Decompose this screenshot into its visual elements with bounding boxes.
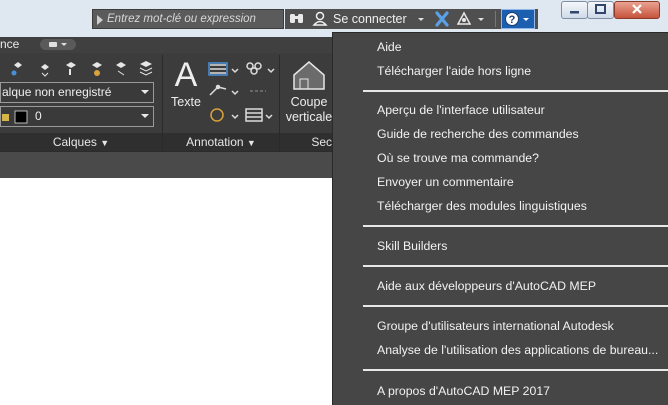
building-section-icon (293, 61, 325, 90)
menu-separator (363, 90, 668, 92)
infocenter-toolbar: Se connecter ? (285, 9, 538, 29)
menu-item-desktop-analytics[interactable]: Analyse de l'utilisation des application… (377, 342, 658, 358)
panel-section-label: Sec (311, 135, 332, 149)
section-button-label-line2: verticale (285, 110, 333, 124)
close-button[interactable] (614, 1, 660, 19)
panel-section-title[interactable]: Sec (280, 133, 332, 151)
panel-calques-label: Calques (52, 135, 97, 149)
help-menu: Aide Télécharger l'aide hors ligne Aperç… (332, 32, 668, 405)
user-icon[interactable] (312, 9, 328, 29)
menu-item-aide[interactable]: Aide (377, 39, 402, 55)
menu-item-command-search-guide[interactable]: Guide de recherche des commandes (377, 126, 579, 142)
layer-tools-icons[interactable] (8, 59, 158, 81)
menu-separator (363, 305, 668, 307)
panel-annotation-title[interactable]: Annotation ▼ (163, 133, 279, 151)
menu-item-about[interactable]: A propos d'AutoCAD MEP 2017 (377, 383, 550, 399)
menu-item-download-language-packs[interactable]: Télécharger des modules linguistiques (377, 198, 587, 214)
text-button-label: Texte (171, 95, 201, 109)
svg-text:?: ? (509, 14, 516, 26)
panel-annotation-label: Annotation (186, 135, 244, 149)
chevron-down-icon: ▼ (100, 138, 110, 148)
svg-text:A: A (175, 57, 198, 91)
menu-item-ui-overview[interactable]: Aperçu de l'interface utilisateur (377, 102, 545, 118)
chevron-down-icon (141, 90, 149, 94)
search-box[interactable] (92, 9, 284, 29)
search-expand-icon[interactable] (97, 15, 103, 25)
lock-icon (2, 110, 28, 124)
chevron-down-icon (141, 114, 149, 118)
sign-in-dropdown-arrow-icon[interactable] (416, 9, 426, 29)
menu-item-user-group[interactable]: Groupe d'utilisateurs international Auto… (377, 318, 614, 334)
menu-separator (363, 265, 668, 267)
layer-state-dropdown[interactable]: alque non enregistré (0, 82, 154, 103)
maximize-button[interactable] (587, 1, 614, 19)
section-button-label-line1: Coupe (290, 95, 328, 109)
text-icon: A (175, 56, 198, 94)
a360-icon[interactable] (456, 9, 472, 29)
menu-item-download-offline-help[interactable]: Télécharger l'aide hors ligne (377, 63, 531, 79)
minimize-button[interactable] (561, 1, 588, 19)
current-layer-value: 0 (35, 109, 42, 123)
menu-item-where-is-my-command[interactable]: Où se trouve ma commande? (377, 150, 539, 166)
toolbar-divider (495, 11, 496, 27)
layer-state-value: alque non enregistré (2, 85, 112, 99)
annotation-tools-icons[interactable] (206, 59, 278, 125)
text-button[interactable]: A Texte (168, 56, 204, 111)
menu-item-developer-help[interactable]: Aide aux développeurs d'AutoCAD MEP (377, 278, 596, 294)
ribbon-minimize-toggle[interactable] (40, 39, 76, 50)
menu-item-send-feedback[interactable]: Envoyer un commentaire (377, 174, 514, 190)
menu-item-skill-builders[interactable]: Skill Builders (377, 238, 447, 254)
a360-dropdown-arrow-icon[interactable] (476, 9, 486, 29)
search-input[interactable] (107, 10, 279, 28)
help-button[interactable]: ? (501, 9, 535, 29)
menu-separator (363, 369, 668, 371)
autodesk-app-store-icon[interactable] (434, 9, 450, 29)
chevron-down-icon: ▼ (246, 138, 256, 148)
ribbon-tab-partial[interactable]: nce (0, 37, 19, 52)
binoculars-icon[interactable] (288, 9, 306, 29)
panel-calques-title[interactable]: Calques ▼ (0, 133, 162, 151)
layer-dropdown[interactable]: 0 (0, 106, 154, 127)
vertical-section-button[interactable]: Coupe verticale (284, 57, 334, 129)
sign-in-button[interactable]: Se connecter (333, 9, 407, 29)
menu-separator (363, 225, 668, 227)
